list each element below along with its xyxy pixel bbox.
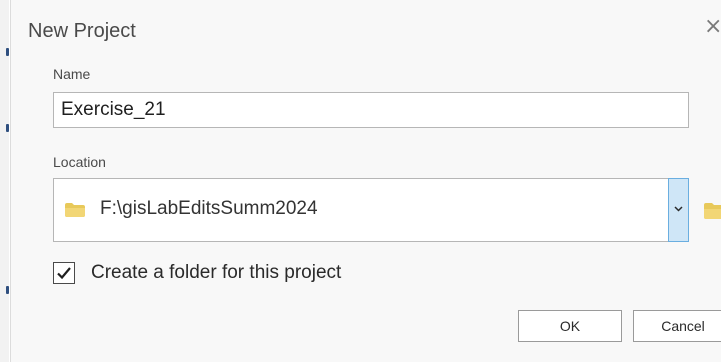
background-window-edge <box>0 0 9 362</box>
create-folder-checkbox[interactable] <box>53 262 75 284</box>
name-input[interactable]: Exercise_21 <box>53 92 689 128</box>
location-value: F:\gisLabEditsSumm2024 <box>100 198 318 219</box>
location-combobox[interactable]: F:\gisLabEditsSumm2024 <box>53 178 689 242</box>
chevron-down-icon <box>674 206 683 212</box>
checkmark-icon <box>57 267 71 280</box>
folder-icon <box>65 203 85 217</box>
background-marker <box>6 124 9 132</box>
location-dropdown-button[interactable] <box>668 178 689 242</box>
create-folder-label[interactable]: Create a folder for this project <box>91 262 341 284</box>
background-marker <box>6 286 9 294</box>
new-project-dialog: New Project × Name Exercise_21 Location … <box>10 0 721 362</box>
cancel-button[interactable]: Cancel <box>633 310 721 342</box>
background-marker <box>6 48 9 56</box>
ok-button[interactable]: OK <box>518 310 622 342</box>
dialog-title: New Project <box>28 20 136 42</box>
folder-browse-icon[interactable] <box>704 203 721 219</box>
close-icon[interactable]: × <box>704 16 721 38</box>
location-label: Location <box>53 154 106 170</box>
screen: New Project × Name Exercise_21 Location … <box>0 0 721 362</box>
name-label: Name <box>53 66 91 82</box>
